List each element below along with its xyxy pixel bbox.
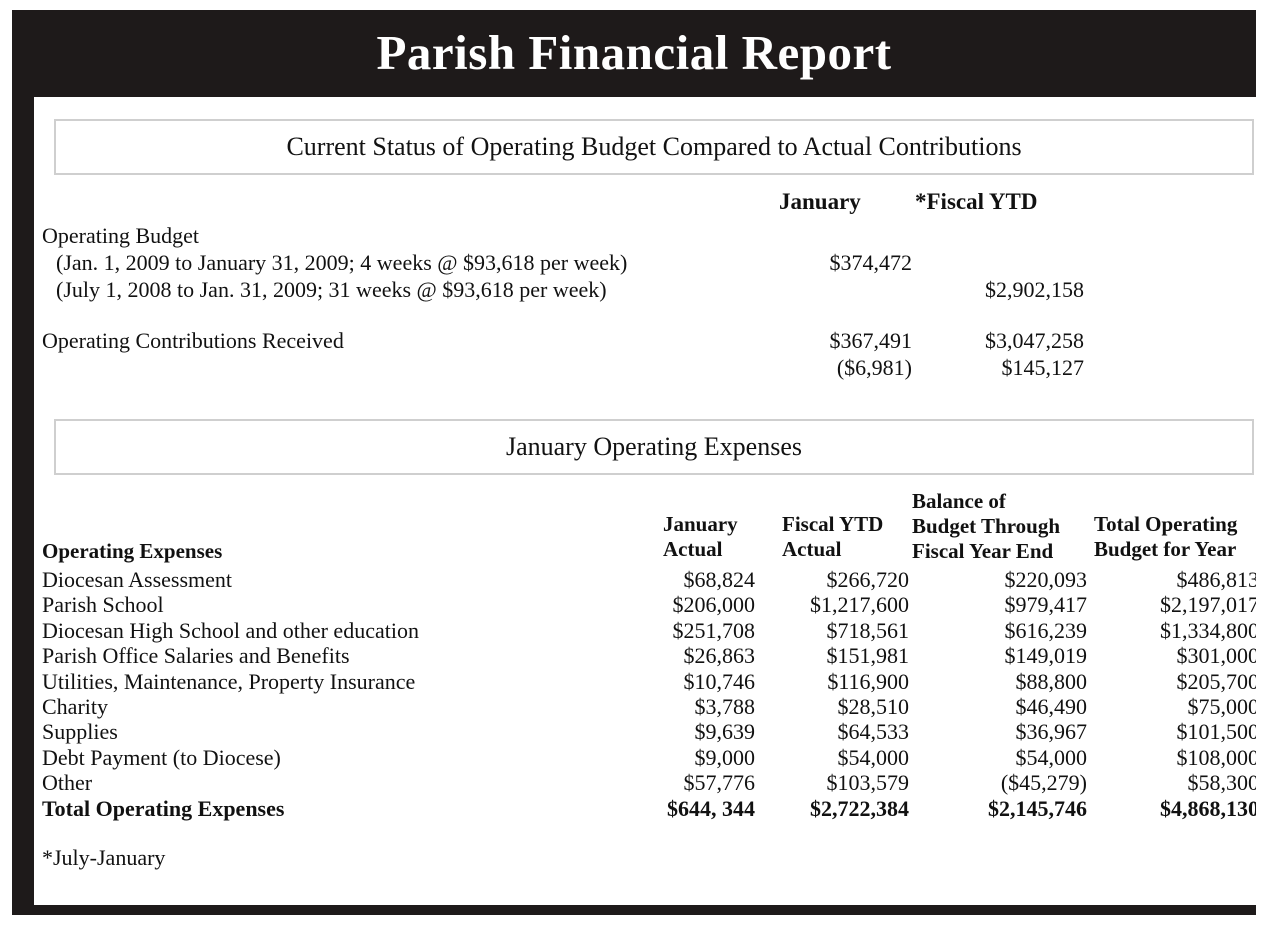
table-row: Parish School $206,000 $1,217,600 $979,417 $…: [34, 592, 1256, 617]
expenses-section-title-box: January Operating Expenses: [54, 419, 1254, 475]
expenses-header-balance-through-year-end: Balance of Budget Through Fiscal Year End: [912, 489, 1061, 563]
document-frame: Parish Financial Report Current Status o…: [12, 10, 1256, 915]
budget-line: Operating Budget: [34, 223, 1256, 250]
expense-cell-total-budget-for-year: $301,000: [1176, 643, 1257, 669]
expense-cell-total-budget-for-year: $4,868,130: [1160, 795, 1256, 821]
expenses-section-title: January Operating Expenses: [505, 431, 803, 461]
table-row: Utilities, Maintenance, Property Insuran…: [34, 669, 1256, 694]
expenses-header-january-actual: January Actual: [663, 512, 738, 561]
expenses-header-total-budget-for-year: Total Operating Budget for Year: [1094, 512, 1238, 561]
table-row: Supplies $9,639 $64,533 $36,967 $101,500: [34, 719, 1256, 744]
table-row: Charity $3,788 $28,510 $46,490 $75,000: [34, 694, 1256, 719]
budget-variance-fiscal-ytd: $145,127: [1001, 355, 1085, 380]
table-row: Parish Office Salaries and Benefits $26,8…: [34, 643, 1256, 668]
budget-line-label: Operating Contributions Received: [42, 328, 344, 353]
footnote: *July-January: [42, 845, 166, 870]
budget-line-label: (Jan. 1, 2009 to January 31, 2009; 4 wee…: [56, 250, 628, 275]
table-row: Diocesan Assessment $68,824 $266,720 $220,0…: [34, 567, 1256, 592]
expenses-row-list: Diocesan Assessment $68,824 $266,720 $220,0…: [34, 567, 1256, 821]
page-title: Parish Financial Report: [376, 25, 892, 80]
budget-line-fiscal-ytd: $3,047,258: [985, 328, 1084, 353]
budget-line-fiscal-ytd: $2,902,158: [985, 277, 1084, 302]
budget-variance-line: ($6,981) $145,127: [34, 355, 1256, 382]
expense-cell-total-budget-for-year: $101,500: [1176, 719, 1257, 745]
expense-cell-total-budget-for-year: $108,000: [1176, 744, 1257, 770]
expense-cell-total-budget-for-year: $486,813: [1176, 567, 1257, 592]
report-header-bar: Parish Financial Report: [12, 10, 1256, 95]
expense-row-label: Total Operating Expenses: [42, 795, 285, 821]
report-body: Current Status of Operating Budget Compa…: [34, 97, 1256, 905]
expense-cell-total-budget-for-year: $75,000: [1187, 693, 1257, 719]
expense-row-label: Parish School: [42, 592, 164, 618]
expense-row-label: Parish Office Salaries and Benefits: [42, 643, 350, 669]
expenses-header-row: Operating Expenses January Actual Fiscal …: [34, 489, 1256, 567]
expense-row-label: Charity: [42, 693, 108, 719]
budget-summary-block: January *Fiscal YTD Operating Budget (Ja…: [34, 189, 1256, 382]
expense-cell-total-budget-for-year: $205,700: [1176, 668, 1257, 694]
budget-block-spacer: [34, 304, 1256, 328]
budget-line: (Jan. 1, 2009 to January 31, 2009; 4 wee…: [34, 250, 1256, 277]
budget-column-header-january: January: [779, 189, 861, 214]
table-row: Debt Payment (to Diocese) $9,000 $54,000 $5…: [34, 745, 1256, 770]
parish-financial-report-page: Parish Financial Report Current Status o…: [0, 0, 1280, 926]
budget-section-title: Current Status of Operating Budget Compa…: [286, 131, 1022, 161]
budget-column-header-row: January *Fiscal YTD: [34, 189, 1256, 223]
expense-row-label: Supplies: [42, 719, 118, 745]
budget-line-january: $374,472: [829, 250, 913, 275]
budget-line-label: (July 1, 2008 to Jan. 31, 2009; 31 weeks…: [56, 277, 607, 302]
budget-line: Operating Contributions Received $367,49…: [34, 328, 1256, 355]
budget-column-header-fiscal-ytd: *Fiscal YTD: [915, 189, 1038, 214]
budget-section-title-box: Current Status of Operating Budget Compa…: [54, 119, 1254, 175]
expense-cell-total-budget-for-year: $58,300: [1187, 770, 1257, 796]
expense-cell-total-budget-for-year: $1,334,800: [1160, 617, 1256, 643]
expense-row-label: Diocesan High School and other education: [42, 617, 419, 643]
expenses-header-fiscal-ytd-actual: Fiscal YTD Actual: [782, 512, 884, 561]
budget-line: (July 1, 2008 to Jan. 31, 2009; 31 weeks…: [34, 277, 1256, 304]
expenses-header-label: Operating Expenses: [42, 539, 223, 563]
budget-line-label: Operating Budget: [42, 223, 200, 248]
expense-row-label: Utilities, Maintenance, Property Insuran…: [42, 668, 416, 694]
operating-expenses-table: Operating Expenses January Actual Fiscal …: [34, 489, 1256, 821]
expense-row-label: Diocesan Assessment: [42, 567, 233, 592]
expense-cell-total-budget-for-year: $2,197,017: [1160, 592, 1256, 618]
expense-row-label: Debt Payment (to Diocese): [42, 744, 281, 770]
expenses-total-row: Total Operating Expenses $644, 344 $2,722,…: [34, 796, 1256, 821]
table-row: Other $57,776 $103,579 ($45,279) $58,300: [34, 770, 1256, 795]
table-row: Diocesan High School and other education…: [34, 618, 1256, 643]
expense-row-label: Other: [42, 770, 93, 796]
